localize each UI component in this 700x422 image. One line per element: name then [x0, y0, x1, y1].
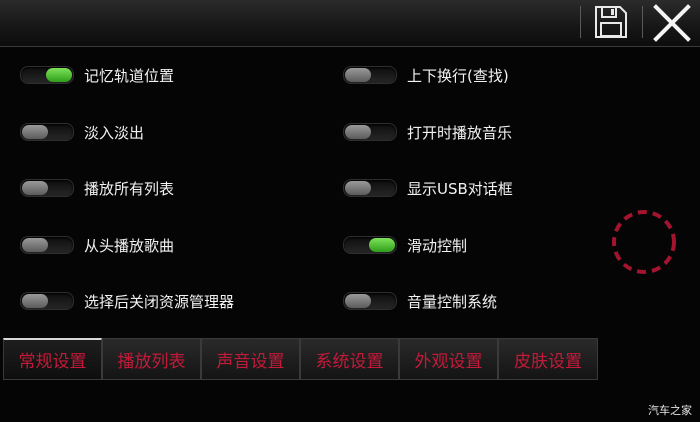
toggle-knob	[22, 238, 48, 252]
tab-label: 皮肤设置	[514, 351, 582, 372]
toggle-switch[interactable]	[20, 66, 74, 84]
header-divider	[642, 6, 643, 38]
option-play-from-start[interactable]: 从头播放歌曲	[20, 233, 174, 257]
toggle-switch[interactable]	[20, 123, 74, 141]
toggle-switch[interactable]	[343, 236, 397, 254]
close-x-icon	[653, 4, 691, 42]
toggle-knob	[22, 181, 48, 195]
toggle-knob	[345, 68, 371, 82]
option-label: 上下换行(查找)	[407, 66, 509, 85]
header-divider	[580, 6, 581, 38]
toggle-switch[interactable]	[20, 236, 74, 254]
option-show-usb-dialog[interactable]: 显示USB对话框	[343, 176, 513, 200]
tab-playlist[interactable]: 播放列表	[102, 338, 201, 380]
toggle-knob	[345, 181, 371, 195]
tab-label: 播放列表	[117, 351, 186, 372]
close-button[interactable]	[650, 4, 694, 42]
option-volume-control-system[interactable]: 音量控制系统	[343, 289, 497, 313]
option-play-all-lists[interactable]: 播放所有列表	[20, 176, 174, 200]
option-label: 打开时播放音乐	[407, 123, 513, 142]
option-play-music-on-open[interactable]: 打开时播放音乐	[343, 120, 512, 144]
watermark: 汽车之家	[648, 404, 692, 417]
tab-appearance-settings[interactable]: 外观设置	[399, 338, 498, 380]
tab-label: 声音设置	[216, 351, 285, 372]
toggle-knob	[345, 294, 371, 308]
option-remember-track-position[interactable]: 记忆轨道位置	[20, 63, 174, 87]
tab-label: 常规设置	[18, 352, 87, 372]
tab-bar: 常规设置 播放列表 声音设置 系统设置 外观设置 皮肤设置	[0, 338, 700, 382]
option-label: 显示USB对话框	[407, 179, 513, 198]
tab-general-settings[interactable]: 常规设置	[3, 338, 102, 380]
tab-label: 系统设置	[315, 351, 384, 372]
tab-sound-settings[interactable]: 声音设置	[201, 338, 300, 380]
option-label: 音量控制系统	[407, 292, 498, 311]
tab-skin-settings[interactable]: 皮肤设置	[498, 338, 598, 380]
toggle-switch[interactable]	[343, 179, 397, 197]
option-label: 淡入淡出	[84, 123, 145, 142]
toggle-knob	[22, 294, 48, 308]
toggle-knob	[22, 125, 48, 139]
option-close-explorer-after-select[interactable]: 选择后关闭资源管理器	[20, 289, 234, 313]
toggle-switch[interactable]	[20, 179, 74, 197]
toggle-knob	[46, 68, 72, 82]
toggle-switch[interactable]	[343, 123, 397, 141]
toggle-switch[interactable]	[343, 66, 397, 84]
option-label: 从头播放歌曲	[84, 236, 175, 255]
option-swipe-control[interactable]: 滑动控制	[343, 233, 467, 257]
header-bar	[0, 0, 700, 47]
option-wrap-search[interactable]: 上下换行(查找)	[343, 63, 509, 87]
option-label: 播放所有列表	[84, 179, 175, 198]
loading-spinner-icon	[610, 208, 678, 276]
floppy-disk-icon	[595, 6, 627, 38]
option-fade-in-out[interactable]: 淡入淡出	[20, 120, 144, 144]
option-label: 记忆轨道位置	[84, 66, 175, 85]
option-label: 滑动控制	[407, 236, 468, 255]
tab-label: 外观设置	[414, 351, 483, 372]
save-button[interactable]	[590, 4, 630, 40]
tab-system-settings[interactable]: 系统设置	[300, 338, 399, 380]
toggle-switch[interactable]	[20, 292, 74, 310]
toggle-knob	[345, 125, 371, 139]
option-label: 选择后关闭资源管理器	[84, 292, 235, 311]
toggle-switch[interactable]	[343, 292, 397, 310]
settings-window: 记忆轨道位置 淡入淡出 播放所有列表 从头播放歌曲 选择后关闭资源管理器 上下换…	[0, 0, 700, 422]
toggle-knob	[369, 238, 395, 252]
